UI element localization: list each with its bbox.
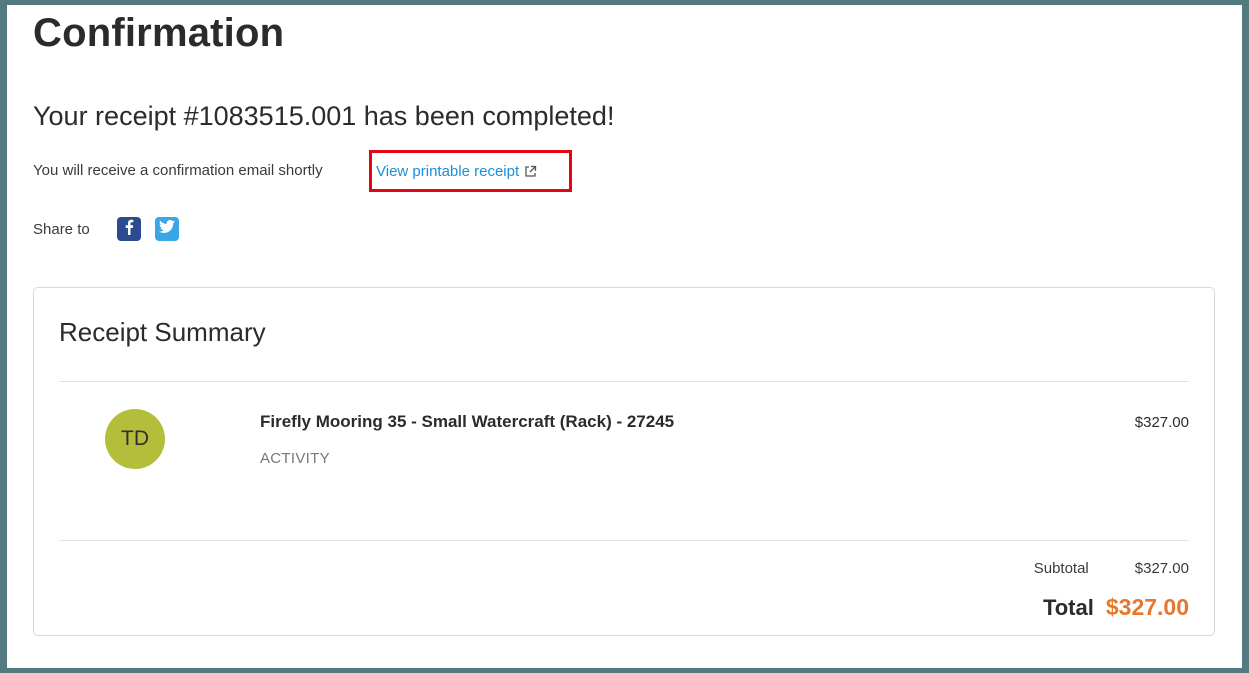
share-label: Share to — [33, 220, 90, 238]
share-row: Share to — [33, 217, 193, 241]
item-name: Firefly Mooring 35 - Small Watercraft (R… — [260, 412, 675, 431]
subtotal-row: Subtotal $327.00 — [1034, 560, 1189, 577]
receipt-heading: Your receipt #1083515.001 has been compl… — [33, 101, 615, 131]
external-link-icon — [524, 165, 537, 178]
twitter-share-button[interactable] — [154, 217, 179, 241]
subtotal-label: Subtotal — [1033, 560, 1089, 577]
summary-divider-top — [59, 381, 1189, 382]
page-title: Confirmation — [33, 11, 285, 55]
facebook-icon — [123, 219, 135, 240]
receipt-summary-title: Receipt Summary — [59, 317, 266, 347]
total-row: Total $327.00 — [1043, 594, 1189, 621]
item-type: ACTIVITY — [260, 450, 330, 467]
printable-link-label: View printable receipt — [376, 162, 520, 180]
total-label: Total — [1042, 595, 1094, 620]
twitter-icon — [158, 219, 175, 238]
page-frame: Confirmation Your receipt #1083515.001 h… — [0, 0, 1249, 673]
item-price: $327.00 — [1134, 414, 1189, 431]
summary-divider-bottom — [59, 540, 1189, 541]
avatar: TD — [105, 409, 165, 469]
subtotal-value: $327.00 — [1134, 560, 1189, 577]
facebook-share-button[interactable] — [116, 217, 141, 241]
view-printable-receipt-link[interactable]: View printable receipt — [369, 150, 572, 192]
confirmation-text: You will receive a confirmation email sh… — [33, 162, 323, 179]
receipt-summary-card: Receipt Summary TD Firefly Mooring 35 - … — [33, 287, 1215, 636]
total-value: $327.00 — [1105, 594, 1189, 620]
